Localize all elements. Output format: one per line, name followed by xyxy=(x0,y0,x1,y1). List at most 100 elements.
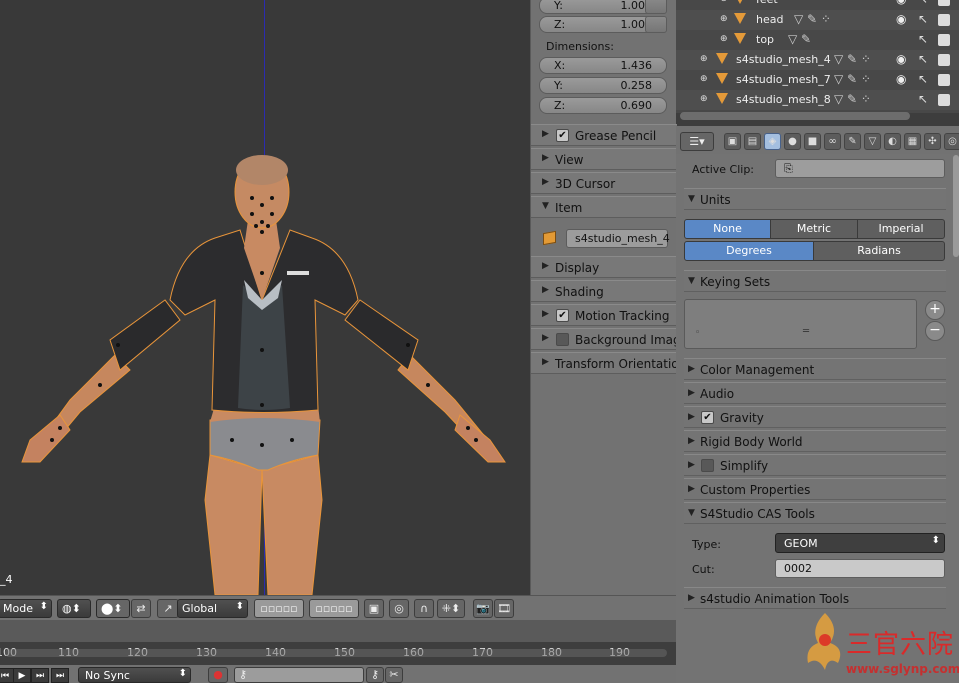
outliner-row[interactable]: ⊕ feet ◉ ↖ xyxy=(676,0,959,10)
cursor-icon[interactable]: ↖ xyxy=(918,52,928,66)
outliner-row[interactable]: ⊕ s4studio_mesh_8 ▽ ✎ ⁘ ↖ xyxy=(676,90,959,110)
outliner-row[interactable]: ⊕ s4studio_mesh_4 ▽ ✎ ⁘ ◉ ↖ xyxy=(676,50,959,70)
snap-element-icon[interactable]: ⁜⬍ xyxy=(437,599,465,618)
timeline-scrollbar[interactable] xyxy=(5,649,667,657)
material-tab-icon[interactable]: ◐ xyxy=(884,133,901,150)
panel-view[interactable]: ▶ View xyxy=(531,148,677,170)
gravity-checkbox[interactable]: ✔ xyxy=(701,411,714,424)
section-simplify[interactable]: ▶ Simplify xyxy=(684,454,946,476)
resize-grip-icon[interactable]: ═ xyxy=(803,326,809,337)
cursor-icon[interactable]: ↖ xyxy=(918,0,928,6)
panel-transform-orientations[interactable]: ▶ Transform Orientation xyxy=(531,352,686,374)
panel-display[interactable]: ▶ Display xyxy=(531,256,677,278)
transform-icon[interactable]: ↗ xyxy=(157,599,179,618)
expand-icon[interactable]: ⊕ xyxy=(720,34,728,44)
section-cas-tools[interactable]: ▼ S4Studio CAS Tools xyxy=(684,502,946,524)
lock-icon[interactable] xyxy=(645,0,667,14)
mode-dropdown[interactable]: Mode ⬍ xyxy=(0,599,52,618)
panel-shading[interactable]: ▶ Shading xyxy=(531,280,677,302)
dimension-z-field[interactable]: Z: 0.690 xyxy=(539,97,667,114)
orientation-dropdown[interactable]: Global ⬍ xyxy=(177,599,248,618)
camera-icon[interactable] xyxy=(938,0,950,6)
section-rigid-body-world[interactable]: ▶ Rigid Body World xyxy=(684,430,946,452)
expand-icon[interactable]: ⊕ xyxy=(700,54,708,64)
section-units[interactable]: ▼ Units xyxy=(684,188,946,210)
modifier-icon[interactable]: ▽ ✎ ⁘ xyxy=(834,92,871,106)
motion-tracking-checkbox[interactable]: ✔ xyxy=(556,309,569,322)
eye-icon[interactable]: ◉ xyxy=(896,52,906,66)
physics-tab-icon[interactable]: ◎ xyxy=(944,133,959,150)
3d-viewport[interactable]: _4 xyxy=(0,0,530,595)
render-layers-tab-icon[interactable]: ▤ xyxy=(744,133,761,150)
panel-motion-tracking[interactable]: ▶ ✔ Motion Tracking xyxy=(531,304,677,326)
data-tab-icon[interactable]: ▽ xyxy=(864,133,881,150)
panel-background-images[interactable]: ▶ Background Imag xyxy=(531,328,681,350)
timeline-frame-area[interactable] xyxy=(0,620,676,642)
camera-icon[interactable] xyxy=(938,74,950,86)
viewport-shading-dropdown[interactable]: ◍⬍ xyxy=(57,599,91,618)
insert-keyframe-icon[interactable]: ⚷ xyxy=(366,667,384,683)
panel-item[interactable]: ▼ Item xyxy=(531,196,677,218)
unit-metric-button[interactable]: Metric xyxy=(770,219,858,239)
eye-icon[interactable]: ◉ xyxy=(896,72,906,86)
record-icon[interactable]: ● xyxy=(208,667,228,683)
snap-icon[interactable]: ∩ xyxy=(414,599,434,618)
properties-scrollbar[interactable] xyxy=(953,155,959,257)
render-tab-icon[interactable]: ▣ xyxy=(724,133,741,150)
manipulator-icon[interactable]: ⇄ xyxy=(131,599,151,618)
particles-tab-icon[interactable]: ✣ xyxy=(924,133,941,150)
rotation-degrees-button[interactable]: Degrees xyxy=(684,241,814,261)
cut-field[interactable]: 0002 xyxy=(775,559,945,578)
world-tab-icon[interactable]: ● xyxy=(784,133,801,150)
camera-icon[interactable] xyxy=(938,34,950,46)
texture-tab-icon[interactable]: ▦ xyxy=(904,133,921,150)
outliner-row[interactable]: ⊕ top ▽ ✎ ↖ xyxy=(676,30,959,50)
rotation-radians-button[interactable]: Radians xyxy=(813,241,945,261)
jump-end-icon[interactable]: ⏭ xyxy=(51,668,69,683)
dimension-y-field[interactable]: Y: 0.258 xyxy=(539,77,667,94)
jump-keyframe-icon[interactable]: ⏭ xyxy=(31,668,49,683)
keying-set-field[interactable]: ⚷ xyxy=(234,667,364,683)
proportional-edit-icon[interactable]: ◎ xyxy=(389,599,409,618)
add-keying-set-button[interactable]: + xyxy=(925,300,945,320)
modifiers-tab-icon[interactable]: ✎ xyxy=(844,133,861,150)
camera-icon[interactable] xyxy=(938,54,950,66)
background-images-checkbox[interactable] xyxy=(556,333,569,346)
active-clip-field[interactable]: ⎘ xyxy=(775,159,945,178)
layer-lock-icon[interactable]: ▣ xyxy=(364,599,384,618)
outliner-row[interactable]: ⊕ head ▽ ✎ ⁘ ◉ ↖ xyxy=(676,10,959,30)
panel-3d-cursor[interactable]: ▶ 3D Cursor xyxy=(531,172,677,194)
camera-icon[interactable] xyxy=(938,14,950,26)
expand-icon[interactable]: ⊕ xyxy=(720,14,728,24)
expand-icon[interactable]: ⊕ xyxy=(700,94,708,104)
expand-icon[interactable]: ⊕ xyxy=(720,0,728,4)
eye-icon[interactable]: ◉ xyxy=(896,0,906,6)
section-gravity[interactable]: ▶ ✔ Gravity xyxy=(684,406,946,428)
render-icon[interactable]: 📷 xyxy=(473,599,493,618)
cursor-icon[interactable]: ↖ xyxy=(918,32,928,46)
sync-dropdown[interactable]: No Sync ⬍ xyxy=(78,667,191,683)
outliner-scrollbar[interactable] xyxy=(680,112,910,120)
cursor-icon[interactable]: ↖ xyxy=(918,72,928,86)
character-model[interactable] xyxy=(0,0,530,595)
editor-type-icon[interactable]: ☰▾ xyxy=(680,132,714,151)
panel-grease-pencil[interactable]: ▶ ✔ Grease Pencil xyxy=(531,124,677,146)
simplify-checkbox[interactable] xyxy=(701,459,714,472)
eye-icon[interactable]: ◉ xyxy=(896,12,906,26)
scene-tab-icon[interactable]: ◈ xyxy=(764,133,781,150)
layers-grid-2[interactable]: ▫▫▫▫▫ xyxy=(309,599,359,618)
section-keying-sets[interactable]: ▼ Keying Sets xyxy=(684,270,946,292)
render-animation-icon[interactable]: 🎞 xyxy=(494,599,514,618)
type-dropdown[interactable]: GEOM ⬍ xyxy=(775,533,945,553)
dimension-x-field[interactable]: X: 1.436 xyxy=(539,57,667,74)
cursor-icon[interactable]: ↖ xyxy=(918,92,928,106)
layers-grid[interactable]: ▫▫▫▫▫ xyxy=(254,599,304,618)
modifier-icon[interactable]: ▽ ✎ ⁘ xyxy=(834,52,871,66)
expand-icon[interactable]: ⊕ xyxy=(700,74,708,84)
object-tab-icon[interactable]: ■ xyxy=(804,133,821,150)
cursor-icon[interactable]: ↖ xyxy=(918,12,928,26)
camera-icon[interactable] xyxy=(938,94,950,106)
item-name-field[interactable]: s4studio_mesh_4 xyxy=(566,229,670,248)
delete-keyframe-icon[interactable]: ✂ xyxy=(385,667,403,683)
unit-none-button[interactable]: None xyxy=(684,219,771,239)
